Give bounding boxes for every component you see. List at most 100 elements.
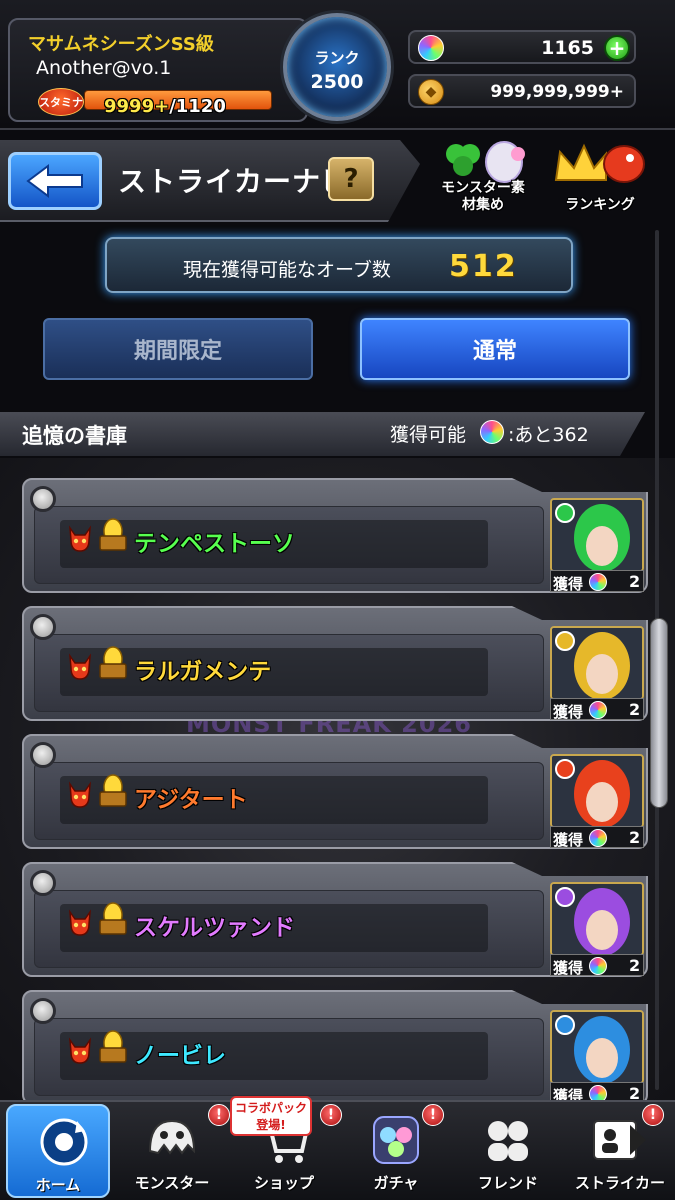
quest-name: ラルガメンテ xyxy=(134,659,272,685)
player-name: Another@vo.1 xyxy=(36,57,172,79)
nav-monster-label: モンスター xyxy=(134,1174,210,1192)
ranking-label: ランキング xyxy=(565,197,635,213)
section-obtainable-label: 獲得可能 xyxy=(390,424,467,446)
striker-card-icon xyxy=(590,1112,650,1168)
tab-normal[interactable]: 通常 xyxy=(360,318,630,380)
collab-pack-tag: コラボパック登場! xyxy=(230,1096,312,1136)
quest-card[interactable]: ノービレ 獲得 2 xyxy=(22,990,648,1105)
nav-friend-label: フレンド xyxy=(477,1174,538,1192)
egg-chest-icon xyxy=(99,774,127,807)
earn-label: 獲得 xyxy=(553,575,584,593)
earn-count: 2 xyxy=(629,956,641,975)
pin-icon xyxy=(30,998,56,1024)
stamina-icon: スタミナ xyxy=(38,88,84,116)
currency-panel: 1165 + ◆ 999,999,999+ xyxy=(408,30,636,118)
gacha-icon xyxy=(366,1112,426,1168)
nav-shop-label: ショップ xyxy=(253,1174,314,1192)
pin-icon xyxy=(30,870,56,896)
help-button[interactable]: ? xyxy=(328,157,374,201)
coin-count: 999,999,999+ xyxy=(490,82,624,102)
nav-gacha-label: ガチャ xyxy=(373,1174,419,1192)
nav-home[interactable]: ホーム xyxy=(6,1104,110,1198)
alert-badge: ! xyxy=(320,1104,342,1126)
alert-badge: ! xyxy=(642,1104,664,1126)
devil-icon xyxy=(69,781,91,808)
coin-icon: ◆ xyxy=(418,79,444,105)
rank-badge[interactable]: ランク 2500 xyxy=(283,13,391,121)
nav-friend[interactable]: フレンド xyxy=(452,1104,564,1198)
scrollbar-handle[interactable] xyxy=(650,618,668,808)
element-icon xyxy=(555,1015,575,1035)
egg-chest-icon xyxy=(99,518,127,551)
pin-icon xyxy=(30,486,56,512)
player-title: マサムネシーズンSS級 xyxy=(28,34,214,55)
stamina-text: 9999+/1120 xyxy=(104,96,226,117)
section-title: 追憶の書庫 xyxy=(22,424,127,448)
devil-icon xyxy=(69,653,91,680)
nav-home-label: ホーム xyxy=(35,1176,81,1194)
element-icon xyxy=(555,759,575,779)
obtainable-orbs-panel: 現在獲得可能なオーブ数 512 xyxy=(105,237,573,293)
home-icon xyxy=(34,1114,94,1170)
monster-portrait xyxy=(550,1010,644,1084)
add-orbs-button[interactable]: + xyxy=(604,35,630,61)
crown-icon xyxy=(554,143,645,183)
orb-icon xyxy=(589,829,607,847)
alert-badge: ! xyxy=(422,1104,444,1126)
quest-card[interactable]: スケルツァンド獲得 2 xyxy=(22,862,648,977)
quest-name: テンペストーソ xyxy=(134,531,295,557)
stamina-current: 9999+ xyxy=(104,96,170,117)
monster-icon xyxy=(142,1112,202,1168)
orb-icon xyxy=(418,35,444,61)
earn-count: 2 xyxy=(629,700,641,719)
page-title: ストライカーナビ xyxy=(118,165,351,198)
monster-portrait xyxy=(550,498,644,572)
egg-chest-icon xyxy=(99,902,127,935)
orb-icon xyxy=(589,573,607,591)
quest-card[interactable]: アジタート 獲得 2 xyxy=(22,734,648,849)
egg-chest-icon xyxy=(99,1030,127,1063)
friends-icon xyxy=(478,1112,538,1168)
monster-portrait xyxy=(550,882,644,956)
obtainable-orbs-value: 512 xyxy=(449,249,518,284)
pin-icon xyxy=(30,614,56,640)
monster-portrait xyxy=(550,754,644,828)
quest-card[interactable]: テンペストーソ獲得 2 xyxy=(22,478,648,593)
orb-count: 1165 xyxy=(541,37,594,59)
earn-count: 2 xyxy=(629,572,641,591)
devil-icon xyxy=(69,1037,91,1064)
tab-limited[interactable]: 期間限定 xyxy=(43,318,313,380)
rank-value: 2500 xyxy=(310,71,364,93)
orb-icon xyxy=(589,701,607,719)
back-arrow-icon xyxy=(26,164,83,198)
quest-name: アジタート xyxy=(134,787,248,813)
obtainable-orbs-label: 現在獲得可能なオーブ数 xyxy=(183,259,391,281)
nav-striker[interactable]: ストライカー ! xyxy=(564,1104,675,1198)
back-button[interactable] xyxy=(8,152,102,210)
egg-chest-icon xyxy=(99,646,127,679)
stamina-max: /1120 xyxy=(169,96,226,117)
orb-balance: 1165 + xyxy=(408,30,636,64)
orb-icon xyxy=(480,420,504,444)
quest-name: スケルツァンド xyxy=(134,915,295,941)
element-icon xyxy=(555,887,575,907)
orb-icon xyxy=(589,957,607,975)
element-icon xyxy=(555,631,575,651)
quest-card[interactable]: ラルガメンテ 獲得 2 xyxy=(22,606,648,721)
coin-balance: ◆ 999,999,999+ xyxy=(408,74,636,108)
alert-badge: ! xyxy=(208,1104,230,1126)
earn-row: 獲得 2 xyxy=(550,570,644,593)
monster-collect-button[interactable]: モンスター素材集め xyxy=(432,140,536,214)
section-remaining: :あと362 xyxy=(508,424,589,446)
pin-icon xyxy=(30,742,56,768)
earn-label: 獲得 xyxy=(553,959,584,977)
nav-monster[interactable]: モンスター ! xyxy=(116,1104,230,1198)
ranking-button[interactable]: ランキング xyxy=(550,140,650,214)
monster-portrait xyxy=(550,626,644,700)
nav-gacha[interactable]: ガチャ ! xyxy=(340,1104,452,1198)
earn-row: 獲得 2 xyxy=(550,954,644,977)
devil-icon xyxy=(69,525,91,552)
element-icon xyxy=(555,503,575,523)
quest-name: ノービレ xyxy=(134,1043,226,1069)
earn-count: 2 xyxy=(629,828,641,847)
